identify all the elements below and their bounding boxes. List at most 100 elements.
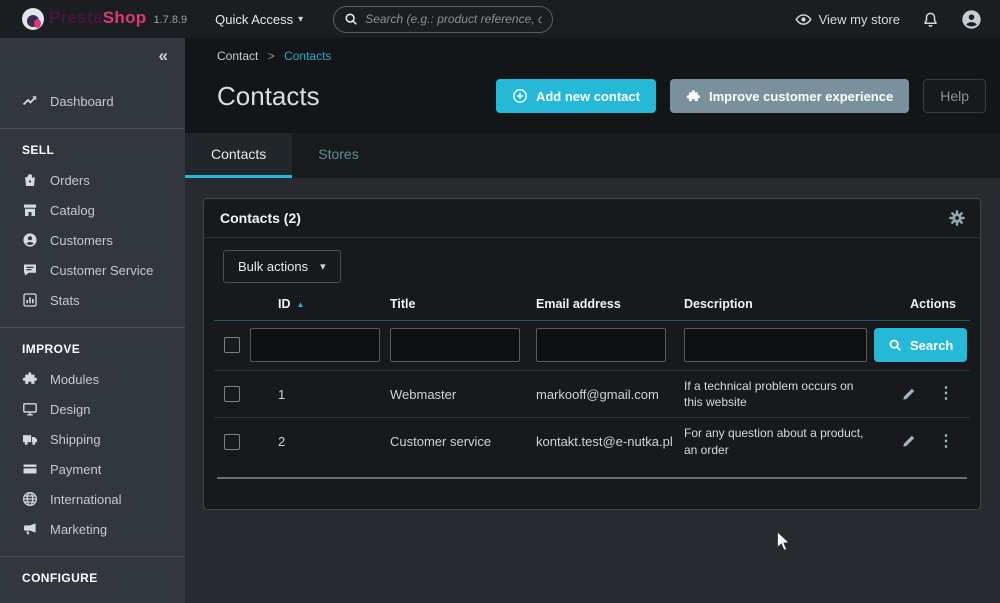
cell-title: Customer service [390, 434, 536, 449]
column-header-title[interactable]: Title [390, 297, 536, 311]
quick-access-label: Quick Access [215, 12, 293, 27]
sidebar-item-shipping[interactable]: Shipping [0, 424, 185, 454]
select-all-checkbox[interactable] [224, 337, 240, 353]
sidebar: « Dashboard SELL Orders Catalog Customer… [0, 38, 185, 603]
filter-description-input[interactable] [684, 328, 867, 362]
bulk-actions-button[interactable]: Bulk actions ▾ [223, 250, 341, 283]
row-checkbox[interactable] [224, 434, 240, 450]
page-title: Contacts [217, 81, 496, 112]
sidebar-section-sell: SELL [0, 131, 185, 165]
puzzle-icon [22, 371, 38, 387]
sidebar-section-configure: CONFIGURE [0, 559, 185, 593]
cell-description: For any question about a product, an ord… [684, 418, 874, 464]
filter-title-input[interactable] [390, 328, 520, 362]
sidebar-item-modules[interactable]: Modules [0, 364, 185, 394]
sidebar-item-label: Orders [50, 173, 90, 188]
row-checkbox[interactable] [224, 386, 240, 402]
sidebar-item-dashboard[interactable]: Dashboard [0, 86, 185, 116]
sidebar-item-customer-service[interactable]: Customer Service [0, 255, 185, 285]
main-content: Contact > Contacts Contacts Add new cont… [185, 38, 1000, 603]
filter-id-input[interactable] [250, 328, 380, 362]
sidebar-item-label: Customers [50, 233, 113, 248]
row-menu-dots-icon[interactable]: ⋮ [938, 386, 954, 402]
chevron-down-icon: ▾ [298, 14, 303, 25]
search-icon [888, 338, 902, 352]
row-menu-dots-icon[interactable]: ⋮ [938, 434, 954, 450]
sidebar-item-payment[interactable]: Payment [0, 454, 185, 484]
column-header-actions: Actions [874, 297, 970, 311]
help-button[interactable]: Help [923, 79, 986, 113]
help-label: Help [940, 88, 969, 104]
column-header-description[interactable]: Description [684, 297, 874, 311]
sidebar-item-label: Modules [50, 372, 99, 387]
sidebar-item-stats[interactable]: Stats [0, 285, 185, 315]
sort-asc-icon[interactable]: ▲ [297, 300, 305, 309]
cell-email: kontakt.test@e-nutka.pl [536, 434, 684, 449]
table-row[interactable]: 2 Customer service kontakt.test@e-nutka.… [214, 417, 970, 464]
global-search-input[interactable] [365, 12, 542, 26]
sidebar-collapse-button[interactable]: « [159, 46, 167, 65]
edit-pencil-icon[interactable] [901, 387, 916, 402]
cell-id: 1 [250, 387, 390, 402]
filter-row: Search [214, 321, 970, 370]
filter-email-input[interactable] [536, 328, 666, 362]
sidebar-divider [0, 327, 185, 328]
sidebar-item-design[interactable]: Design [0, 394, 185, 424]
breadcrumb-current[interactable]: Contacts [284, 49, 331, 63]
search-button[interactable]: Search [874, 328, 967, 362]
table-header-row: ID ▲ Title Email address Description Act… [214, 297, 970, 321]
panel-title: Contacts (2) [220, 210, 948, 226]
gear-icon[interactable] [948, 209, 966, 227]
sidebar-item-label: Marketing [50, 522, 107, 537]
sidebar-item-label: International [50, 492, 122, 507]
cell-title: Webmaster [390, 387, 536, 402]
breadcrumb-separator: > [268, 49, 275, 63]
quick-access-menu[interactable]: Quick Access ▾ [215, 12, 303, 27]
truck-icon [22, 431, 38, 447]
sidebar-section-improve: IMPROVE [0, 330, 185, 364]
store-icon [22, 202, 38, 218]
breadcrumb-parent[interactable]: Contact [217, 49, 258, 63]
prestashop-logo[interactable]: PrestaShop 1.7.8.9 [22, 8, 187, 30]
contacts-panel: Contacts (2) Bulk actions ▾ ID ▲ [203, 198, 981, 510]
improve-customer-experience-button[interactable]: Improve customer experience [670, 79, 909, 113]
sidebar-item-label: Payment [50, 462, 101, 477]
user-avatar-icon[interactable] [961, 9, 982, 30]
sidebar-item-label: Shipping [50, 432, 101, 447]
chevron-down-icon: ▾ [320, 260, 326, 273]
sidebar-item-orders[interactable]: Orders [0, 165, 185, 195]
column-header-id[interactable]: ID ▲ [250, 297, 390, 311]
add-new-contact-button[interactable]: Add new contact [496, 79, 656, 113]
trending-up-icon [22, 93, 38, 109]
megaphone-icon [22, 521, 38, 537]
sidebar-item-international[interactable]: International [0, 484, 185, 514]
sidebar-item-customers[interactable]: Customers [0, 225, 185, 255]
bag-icon [22, 172, 38, 188]
sidebar-item-label: Customer Service [50, 263, 153, 278]
tab-bar: Contacts Stores [185, 133, 1000, 178]
credit-card-icon [22, 461, 38, 477]
monitor-icon [22, 401, 38, 417]
notifications-bell-icon[interactable] [922, 11, 939, 28]
tab-contacts[interactable]: Contacts [185, 133, 292, 178]
column-header-email[interactable]: Email address [536, 297, 684, 311]
view-my-store-link[interactable]: View my store [795, 11, 900, 28]
sidebar-item-marketing[interactable]: Marketing [0, 514, 185, 544]
version-label: 1.7.8.9 [153, 14, 187, 26]
brand-shop: Shop [103, 8, 147, 28]
tab-stores[interactable]: Stores [292, 133, 384, 178]
breadcrumb: Contact > Contacts [185, 38, 1000, 63]
bulk-actions-label: Bulk actions [238, 259, 308, 274]
improve-customer-experience-label: Improve customer experience [709, 89, 893, 104]
cell-id: 2 [250, 434, 390, 449]
bar-chart-icon [22, 292, 38, 308]
puzzle-icon [686, 89, 701, 104]
chat-icon [22, 262, 38, 278]
search-icon [344, 12, 358, 26]
sidebar-item-catalog[interactable]: Catalog [0, 195, 185, 225]
table-row[interactable]: 1 Webmaster markooff@gmail.com If a tech… [214, 370, 970, 417]
cell-description: If a technical problem occurs on this we… [684, 371, 874, 417]
view-my-store-label: View my store [819, 12, 900, 27]
edit-pencil-icon[interactable] [901, 434, 916, 449]
sidebar-item-label: Design [50, 402, 90, 417]
